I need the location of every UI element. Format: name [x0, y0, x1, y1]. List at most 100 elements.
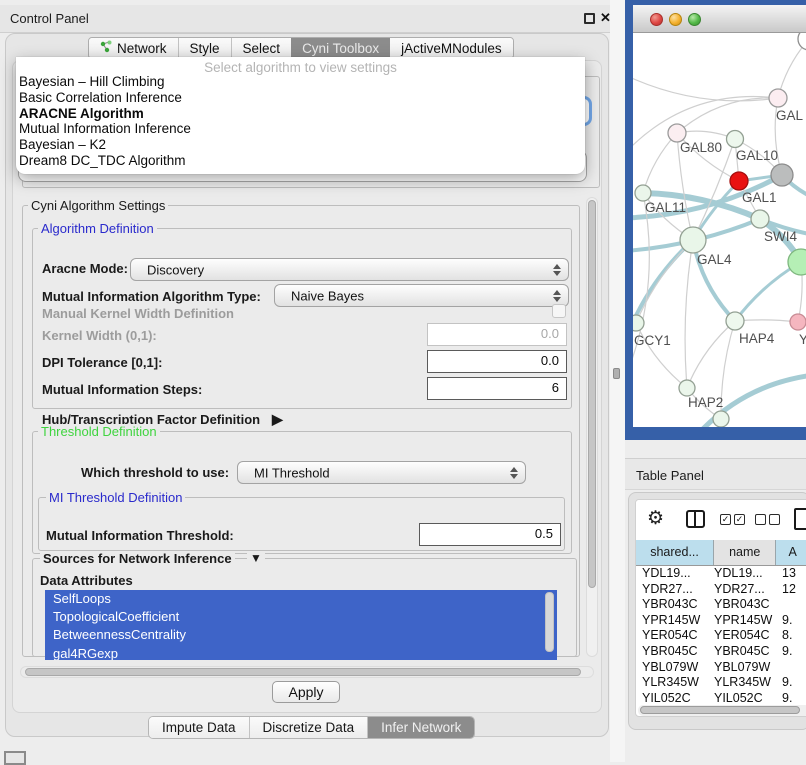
network-canvas[interactable]: GALGAL80GAL10GAL1GAL11SWI4GAL4GCY1HAP4YH…: [633, 33, 806, 427]
float-window-icon[interactable]: [584, 13, 595, 24]
column-browser-icon[interactable]: [686, 510, 705, 528]
horizontal-scrollbar-thumb[interactable]: [25, 668, 581, 676]
attribute-list-item[interactable]: BetweennessCentrality: [45, 626, 557, 644]
tab-jactivemnodules[interactable]: jActiveMNodules: [390, 38, 513, 58]
collapse-arrow-icon[interactable]: ▼: [247, 551, 265, 565]
table-cell: YDR27...: [642, 582, 693, 598]
column-header-1[interactable]: shared...: [636, 540, 714, 565]
table-row[interactable]: YBR043CYBR043C: [636, 597, 806, 613]
network-edge[interactable]: [633, 193, 649, 378]
dropdown-item[interactable]: Bayesian – K2: [16, 137, 585, 153]
node-hap4[interactable]: [726, 312, 744, 330]
column-header-2[interactable]: name: [714, 540, 776, 565]
kernel-width-field[interactable]: 0.0: [427, 323, 567, 346]
table-row[interactable]: YIL052CYIL052C9.: [636, 691, 806, 705]
aracne-mode-combobox[interactable]: Discovery: [130, 258, 569, 281]
select-all-checkboxes-icon[interactable]: ✓✓: [720, 514, 745, 525]
dropdown-placeholder: Select algorithm to view settings: [16, 57, 585, 74]
mi-threshold-field[interactable]: 0.5: [419, 523, 561, 546]
which-threshold-label: Which threshold to use:: [81, 465, 229, 480]
gear-icon[interactable]: ⚙: [647, 507, 664, 530]
threshold-definition-title: Threshold Definition: [38, 424, 160, 439]
document-icon[interactable]: [794, 508, 806, 530]
deselect-all-checkboxes-icon[interactable]: [755, 514, 780, 525]
minimize-traffic-light-icon[interactable]: [669, 13, 682, 26]
table-cell: 13: [782, 566, 796, 582]
table-cell: YER054C: [642, 628, 698, 644]
table-row[interactable]: YER054CYER054C8.: [636, 628, 806, 644]
tab-label: Cyni Toolbox: [302, 41, 379, 56]
node-gcy1[interactable]: [633, 315, 644, 331]
manual-kernel-width-checkbox[interactable]: [552, 304, 566, 318]
table-row[interactable]: YPR145WYPR145W9.: [636, 613, 806, 629]
node-bottom[interactable]: [713, 411, 729, 427]
bottom-tab-discretize-data[interactable]: Discretize Data: [249, 717, 368, 738]
table-horizontal-scrollbar[interactable]: [638, 705, 806, 716]
network-edge[interactable]: [685, 240, 693, 388]
table-header-row: shared...nameA: [636, 540, 806, 566]
node-hap2[interactable]: [679, 380, 695, 396]
vertical-scrollbar-thumb[interactable]: [588, 200, 596, 588]
node-gal11[interactable]: [635, 185, 651, 201]
table-row[interactable]: YDR27...YDR27...12: [636, 582, 806, 598]
split-divider[interactable]: [610, 0, 625, 762]
table-row[interactable]: YBR045CYBR045C9.: [636, 644, 806, 660]
node-label-gal10: GAL10: [736, 148, 778, 163]
table-cell: YLR345W: [714, 675, 771, 691]
divider-grip-icon[interactable]: [613, 368, 620, 379]
network-edge[interactable]: [687, 321, 735, 388]
table-panel-container: ⚙ ✓✓ shared...nameA YDL19...YDL19...13YD…: [628, 492, 806, 730]
dropdown-item[interactable]: Mutual Information Inference: [16, 121, 585, 137]
node-label-hap2: HAP2: [688, 395, 723, 410]
table-row[interactable]: YBL079WYBL079W: [636, 660, 806, 676]
tab-select[interactable]: Select: [231, 38, 292, 58]
dpi-tolerance-label: DPI Tolerance [0,1]:: [42, 355, 162, 370]
node-gal_pink[interactable]: [769, 89, 787, 107]
attribute-list-item[interactable]: TopologicalCoefficient: [45, 608, 557, 626]
node-top_outline[interactable]: [798, 33, 806, 50]
control-panel-titlebar: Control Panel ✕: [0, 5, 610, 33]
zoom-traffic-light-icon[interactable]: [688, 13, 701, 26]
network-edge[interactable]: [643, 133, 677, 193]
tab-network[interactable]: Network: [89, 38, 178, 58]
close-traffic-light-icon[interactable]: [650, 13, 663, 26]
tab-cyni-toolbox[interactable]: Cyni Toolbox: [291, 38, 390, 58]
mini-panel-button[interactable]: [4, 751, 26, 765]
attribute-list-item[interactable]: SelfLoops: [45, 590, 557, 608]
column-header-3[interactable]: A: [776, 540, 806, 565]
node-red[interactable]: [730, 172, 748, 190]
dropdown-item[interactable]: Dream8 DC_TDC Algorithm: [16, 153, 585, 169]
node-gal10[interactable]: [727, 131, 744, 148]
table-cell: YDL19...: [642, 566, 691, 582]
mi-steps-field[interactable]: 6: [427, 377, 567, 400]
dropdown-item[interactable]: Bayesian – Hill Climbing: [16, 74, 585, 90]
dropdown-item[interactable]: ARACNE Algorithm: [16, 106, 585, 122]
node-gal4[interactable]: [680, 227, 706, 253]
bottom-tab-impute-data[interactable]: Impute Data: [149, 717, 249, 738]
apply-button[interactable]: Apply: [272, 681, 340, 703]
dpi-tolerance-field[interactable]: 0.0: [427, 350, 567, 373]
network-window-titlebar[interactable]: [633, 5, 806, 33]
expand-arrow-icon[interactable]: ▶: [272, 411, 283, 428]
dropdown-item[interactable]: Basic Correlation Inference: [16, 90, 585, 106]
node-pink_y[interactable]: [790, 314, 806, 330]
attribute-list-item[interactable]: gal4RGexp: [45, 645, 557, 660]
node-green_big[interactable]: [788, 249, 806, 275]
network-edge[interactable]: [677, 98, 778, 133]
settings-vertical-scrollbar[interactable]: [586, 197, 598, 657]
data-attributes-list[interactable]: SelfLoopsTopologicalCoefficientBetweenne…: [45, 590, 557, 660]
tab-style[interactable]: Style: [178, 38, 231, 58]
which-threshold-combobox[interactable]: MI Threshold: [237, 461, 526, 484]
bottom-tab-infer-network[interactable]: Infer Network: [367, 717, 474, 738]
node-label-swi4: SWI4: [764, 229, 797, 244]
table-row[interactable]: YDL19...YDL19...13: [636, 566, 806, 582]
combo-stepper-icon: [553, 290, 561, 302]
table-row[interactable]: YLR345WYLR345W9.: [636, 675, 806, 691]
node-label-gal11: GAL11: [645, 200, 686, 215]
mi-algorithm-type-combobox[interactable]: Naive Bayes: [274, 284, 569, 307]
node-swi4[interactable]: [751, 210, 769, 228]
settings-horizontal-scrollbar[interactable]: [20, 666, 594, 678]
list-scrollbar-thumb[interactable]: [545, 592, 554, 652]
node-gray[interactable]: [771, 164, 793, 186]
table-scrollbar-thumb[interactable]: [640, 706, 800, 714]
